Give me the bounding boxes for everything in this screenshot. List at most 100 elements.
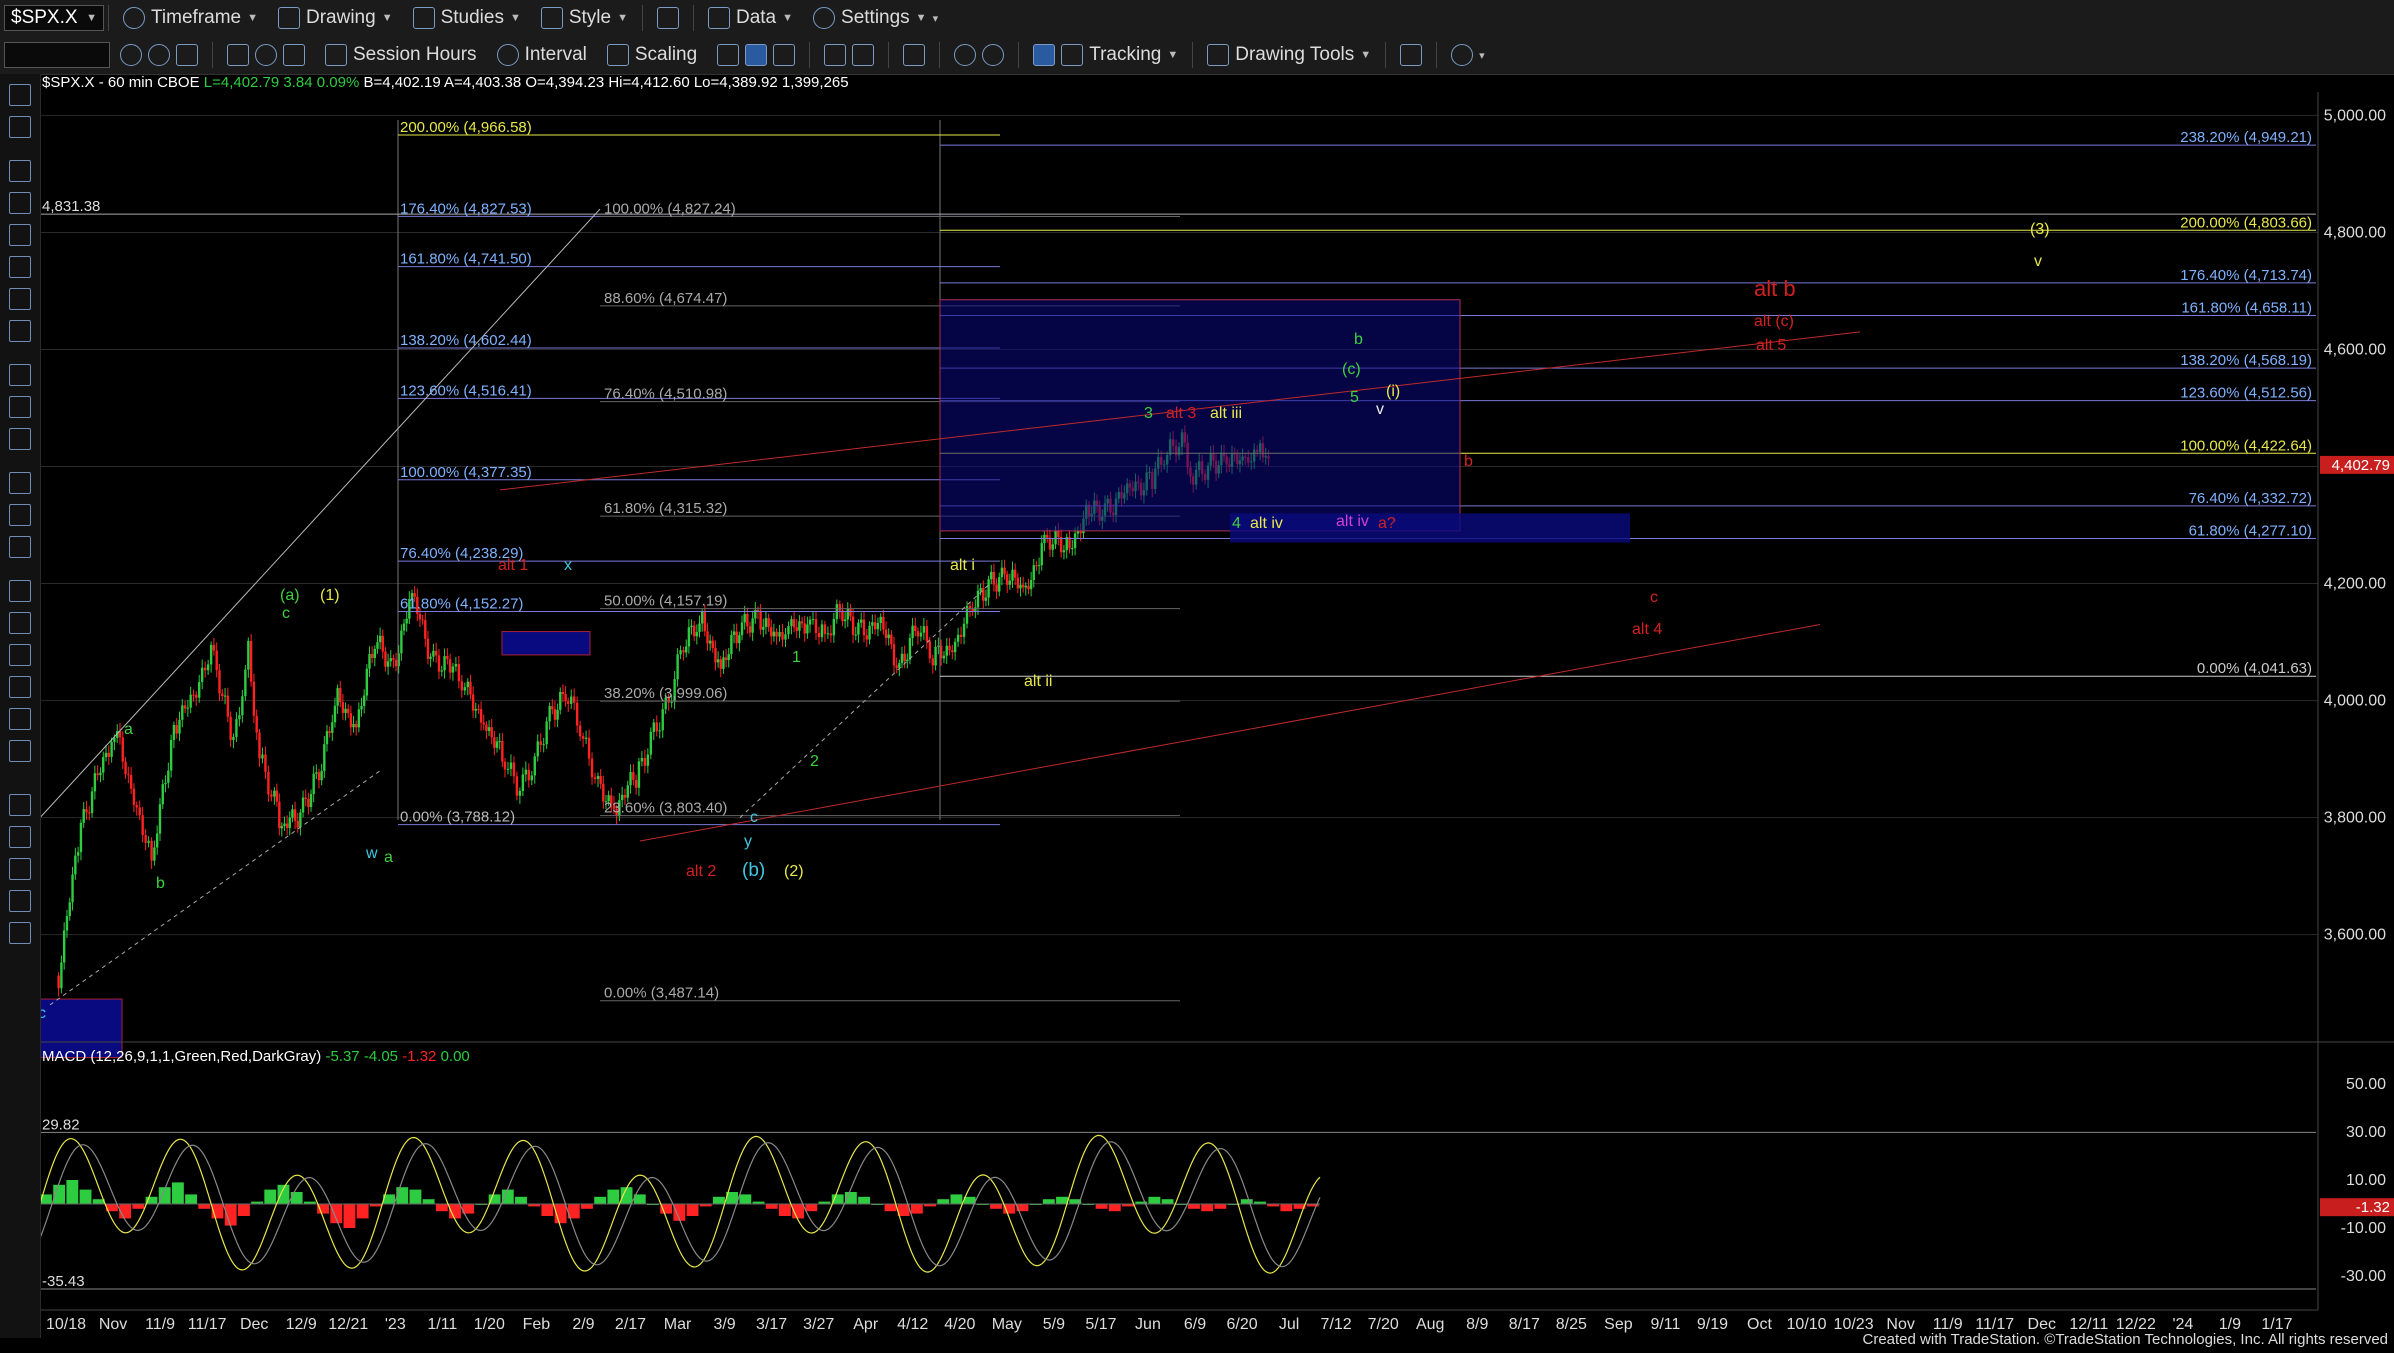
candle-body: [378, 635, 382, 643]
ruler-icon[interactable]: [9, 858, 31, 880]
brush-icon[interactable]: [9, 890, 31, 912]
drawing-tools-icon: [1207, 44, 1230, 66]
crosshair-icon[interactable]: [9, 116, 31, 138]
candle-body: [719, 659, 722, 669]
candle-body: [110, 741, 113, 757]
price-chart[interactable]: 200.00% (4,966.58)176.40% (4,827.53)161.…: [0, 0, 2394, 1353]
candle-body: [829, 633, 833, 636]
time-tick-label: 3/17: [756, 1316, 787, 1333]
arrow-up-icon[interactable]: [9, 644, 31, 666]
chat-button[interactable]: ▾: [1441, 36, 1495, 74]
wave-label: alt 1: [498, 557, 528, 574]
chevron-down-icon: ▼: [617, 12, 628, 24]
candle-body: [229, 716, 232, 741]
candle-body: [587, 737, 591, 759]
macd-value-4: 0.00: [440, 1048, 470, 1065]
candle-body: [524, 769, 528, 775]
interval-input[interactable]: [4, 42, 110, 68]
horizontal-line-icon[interactable]: [9, 224, 31, 246]
candle-body: [553, 709, 557, 720]
candle-body: [1071, 548, 1074, 550]
candle-body: [132, 788, 136, 806]
chart-type-buttons[interactable]: [707, 36, 805, 74]
interval-menu[interactable]: Interval: [487, 36, 597, 74]
share-button[interactable]: [1390, 36, 1432, 74]
macd-value-2: -4.05: [363, 1048, 399, 1065]
timeframe-menu[interactable]: Timeframe ▼: [113, 0, 268, 36]
candle-body: [309, 794, 313, 808]
session-hours-menu[interactable]: Session Hours: [315, 36, 487, 74]
macd-histogram-bar: [778, 1204, 791, 1216]
fib-level-label: 61.80% (4,277.10): [2189, 522, 2312, 539]
macd-histogram-bar: [356, 1204, 369, 1219]
cycle-icon[interactable]: [9, 472, 31, 494]
wave-label: v: [2034, 253, 2042, 270]
header-volume: 1,399,265: [781, 74, 849, 91]
candle-body: [846, 608, 849, 620]
wave-label: 4: [1232, 515, 1241, 532]
macd-histogram-bar: [950, 1194, 963, 1204]
candle-body: [373, 648, 376, 659]
candle-body: [564, 693, 567, 702]
layout-button[interactable]: [647, 0, 689, 36]
drawing-menu[interactable]: Drawing ▼: [268, 0, 403, 36]
candle-body: [751, 618, 754, 633]
speed-lines-icon[interactable]: [9, 428, 31, 450]
pitchfork-icon[interactable]: [9, 396, 31, 418]
macd-histogram-bar: [739, 1194, 752, 1204]
header-high: Hi=4,412.60: [608, 74, 690, 91]
panel-button[interactable]: [893, 36, 935, 74]
candle-body: [325, 731, 329, 745]
scaling-menu[interactable]: Scaling: [597, 36, 707, 74]
spacing-buttons[interactable]: [814, 36, 884, 74]
ray-icon[interactable]: [9, 192, 31, 214]
trendline-icon[interactable]: [9, 160, 31, 182]
time-tick-label: Jul: [1279, 1316, 1299, 1333]
channel-icon[interactable]: [9, 256, 31, 278]
wave-label: v: [1376, 401, 1384, 418]
eraser-icon[interactable]: [9, 826, 31, 848]
rectangle-icon[interactable]: [9, 708, 31, 730]
wave-label: 1: [792, 649, 801, 666]
ellipse-icon[interactable]: [9, 676, 31, 698]
regression-icon[interactable]: [9, 504, 31, 526]
candle-body: [124, 761, 127, 775]
studies-menu[interactable]: Studies ▼: [403, 0, 531, 36]
candle-body: [232, 736, 235, 741]
price-tick-label: 3,800.00: [2324, 810, 2386, 827]
fibonacci-icon[interactable]: [9, 288, 31, 310]
icon-button-2[interactable]: [217, 36, 315, 74]
gann-icon[interactable]: [9, 364, 31, 386]
macd-histogram-bar: [1214, 1204, 1227, 1209]
candle-body: [992, 571, 996, 585]
candle-body: [65, 916, 69, 931]
tracking-menu[interactable]: Tracking ▼: [1023, 36, 1188, 74]
candle-body: [307, 798, 310, 808]
levels-icon[interactable]: [9, 536, 31, 558]
data-menu[interactable]: Data ▼: [698, 0, 803, 36]
arc-icon[interactable]: [9, 580, 31, 602]
candle-body: [487, 727, 491, 732]
candle-body: [934, 646, 937, 666]
price-tick-label: 4,200.00: [2324, 576, 2386, 593]
style-menu[interactable]: Style ▼: [531, 0, 638, 36]
pointer-icon[interactable]: [9, 84, 31, 106]
fib-level-label: 161.80% (4,658.11): [2181, 299, 2312, 316]
annotation-icon[interactable]: [9, 922, 31, 944]
drawing-tools-menu[interactable]: Drawing Tools ▼: [1197, 36, 1381, 74]
symbol-input[interactable]: $SPX.X ▼: [4, 5, 104, 31]
candle-body: [443, 656, 446, 671]
text-icon[interactable]: [9, 740, 31, 762]
fib-extension-icon[interactable]: [9, 320, 31, 342]
candle-body: [787, 626, 790, 635]
icon-button-1[interactable]: [110, 36, 208, 74]
chevron-down-icon: ▼: [915, 12, 927, 24]
macd-histogram-bar: [686, 1204, 699, 1216]
macd-value-3: -1.32: [402, 1048, 437, 1065]
candle-body: [141, 815, 144, 836]
zoom-buttons[interactable]: [944, 36, 1014, 74]
arrow-down-icon[interactable]: [9, 612, 31, 634]
time-tick-label: 1/20: [474, 1316, 505, 1333]
settings-menu[interactable]: Settings ▼ ▾: [803, 0, 948, 36]
pencil-icon[interactable]: [9, 794, 31, 816]
